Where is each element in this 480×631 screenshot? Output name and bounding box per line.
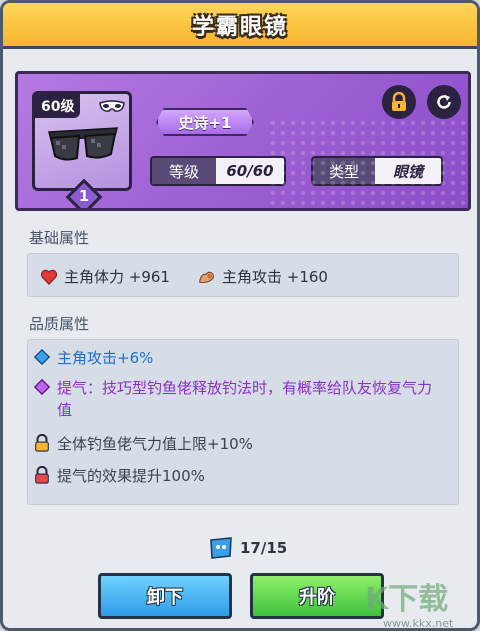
attr-text: 主角体力 +961	[64, 268, 170, 286]
type-label: 类型	[313, 158, 375, 184]
page-title: 学霸眼镜	[191, 14, 288, 40]
level-badge: 60级	[35, 94, 81, 118]
rank-number: 1	[78, 187, 90, 205]
basic-attrs-heading: 基础属性	[29, 229, 90, 247]
reset-button[interactable]	[427, 85, 461, 119]
basic-attr-hp: 主角体力 +961	[40, 266, 170, 287]
blue-diamond-icon	[33, 348, 51, 366]
quality-line: 全体钓鱼佬气力值上限+10%	[33, 433, 253, 455]
material-icon	[210, 537, 232, 559]
mask-icon	[99, 100, 125, 112]
red-lock-icon	[35, 466, 49, 484]
attr-text: 主角攻击 +160	[222, 268, 328, 286]
type-stat: 类型 眼镜	[311, 156, 443, 186]
level-value: 60/60	[216, 158, 284, 184]
quality-text: 全体钓鱼佬气力值上限+10%	[57, 435, 253, 453]
rarity-badge: 史诗+1	[156, 108, 254, 136]
basic-attrs-box: 主角体力 +961 主角攻击 +160	[27, 253, 459, 297]
watermark-url: www.kkx.net	[383, 617, 454, 630]
quality-attrs-heading: 品质属性	[29, 315, 90, 333]
quality-line: 主角攻击+6%	[33, 347, 153, 369]
upgrade-button[interactable]: 升阶	[250, 573, 384, 619]
level-stat: 等级 60/60	[150, 156, 286, 186]
quality-text: 主角攻击+6%	[57, 349, 154, 367]
basic-attr-atk: 主角攻击 +160	[198, 266, 328, 287]
arm-flex-icon	[199, 271, 215, 283]
quality-text: 提气：技巧型钓鱼佬释放钓法时，有概率给队友恢复气力值	[57, 379, 433, 419]
level-label: 等级	[152, 158, 216, 184]
material-count: 17/15	[240, 539, 288, 557]
item-icon-frame[interactable]: 60级 1	[32, 91, 132, 208]
quality-text: 提气的效果提升100%	[57, 467, 205, 485]
lock-icon	[392, 92, 406, 111]
watermark-logo: K下载	[365, 582, 449, 617]
title-bar: 学霸眼镜	[3, 3, 477, 49]
quality-line: 提气：技巧型钓鱼佬释放钓法时，有概率给队友恢复气力值	[33, 377, 443, 421]
unequip-button[interactable]: 卸下	[98, 573, 232, 619]
yellow-lock-icon	[35, 434, 49, 452]
reset-icon	[437, 95, 451, 109]
glasses-icon	[48, 127, 118, 161]
item-detail-panel: 学霸眼镜 60级 1 史诗+1 等级 60/60 类型 眼镜 基础属性 主角体力…	[0, 0, 480, 631]
lock-button[interactable]	[382, 85, 416, 119]
type-value: 眼镜	[375, 158, 441, 184]
heart-icon	[40, 269, 58, 285]
quality-line: 提气的效果提升100%	[33, 465, 205, 487]
purple-diamond-icon	[33, 378, 51, 396]
item-card: 60级 1 史诗+1 等级 60/60 类型 眼镜	[15, 71, 471, 211]
